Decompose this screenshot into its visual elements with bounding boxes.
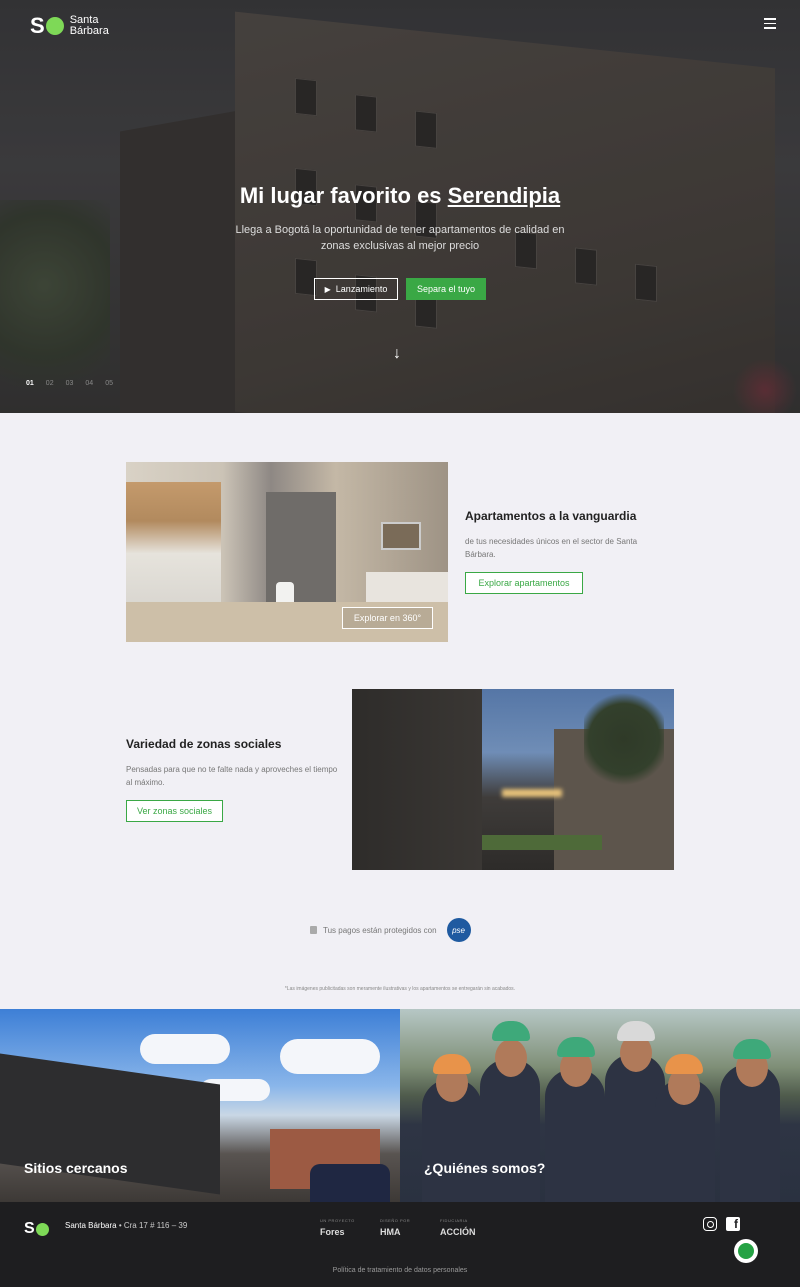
slide-indicator[interactable]: 04 [85,380,93,387]
partner-fores: UN PROYECTO Fores [320,1218,355,1237]
hero-title-highlight[interactable]: Serendipia [448,183,560,208]
disclaimer: *Las imágenes publicitadas son meramente… [284,986,516,992]
partner-accion: FIDUCIARIA ACCIÓN [440,1218,476,1237]
slide-indicator[interactable]: 01 [26,380,34,387]
panel-title: Sitios cercanos [24,1160,128,1176]
partner-hma: DISEÑO POR HMA [380,1218,411,1237]
payment-protection: Tus pagos están protegidos con pse [310,918,471,942]
slide-indicator[interactable]: 03 [66,380,74,387]
reserve-button[interactable]: Separa el tuyo [406,278,486,300]
logo-text: Santa Bárbara [69,14,109,37]
arrow-down-icon[interactable]: ↓ [393,345,401,363]
panel-title: ¿Quiénes somos? [424,1160,546,1176]
hero-title: Mi lugar favorito es Serendipia [239,183,561,208]
explore-apartments-button[interactable]: Explorar apartamentos [465,572,583,594]
social-zone-image [352,689,674,870]
logo-letter: S [30,13,45,38]
site-footer: S Santa Bárbara • Cra 17 # 116 – 39 UN P… [0,1202,800,1287]
about-us-panel[interactable]: ¿Quiénes somos? [400,1009,800,1202]
slide-indicator[interactable]: 02 [46,380,54,387]
nearby-places-panel[interactable]: Sitios cercanos [0,1009,400,1202]
lock-icon [310,926,317,934]
facebook-icon[interactable]: f [726,1217,740,1231]
footer-address: Santa Bárbara • Cra 17 # 116 – 39 [65,1221,188,1230]
instagram-icon[interactable] [703,1217,717,1231]
footer-logo[interactable]: S [24,1218,49,1240]
explore-360-button[interactable]: Explorar en 360° [342,607,433,629]
feature-description: Pensadas para que no te falte nada y apr… [126,765,338,787]
slide-indicators: 01 02 03 04 05 [26,380,113,387]
feature-title: Apartamentos a la vanguardia [465,509,637,523]
whatsapp-icon[interactable] [734,1239,758,1263]
heart-icon [35,1222,49,1236]
pse-logo: pse [446,918,471,942]
slide-indicator[interactable]: 05 [105,380,113,387]
launch-button[interactable]: ▶ Lanzamiento [314,278,398,300]
feature-title: Variedad de zonas sociales [126,737,282,751]
site-logo[interactable]: S Santa Bárbara [30,15,109,37]
heart-icon [45,17,64,35]
play-icon: ▶ [324,284,331,294]
privacy-policy-link[interactable]: Política de tratamiento de datos persona… [0,1267,800,1274]
social-zones-button[interactable]: Ver zonas sociales [126,800,223,822]
hamburger-menu-icon[interactable] [764,18,776,30]
hero-section: S Santa Bárbara Mi lugar favorito es Ser… [0,0,800,413]
hero-subtitle: Llega a Bogotá la oportunidad de tener a… [235,224,565,252]
feature-description: de tus necesidades únicos en el sector d… [465,537,638,559]
